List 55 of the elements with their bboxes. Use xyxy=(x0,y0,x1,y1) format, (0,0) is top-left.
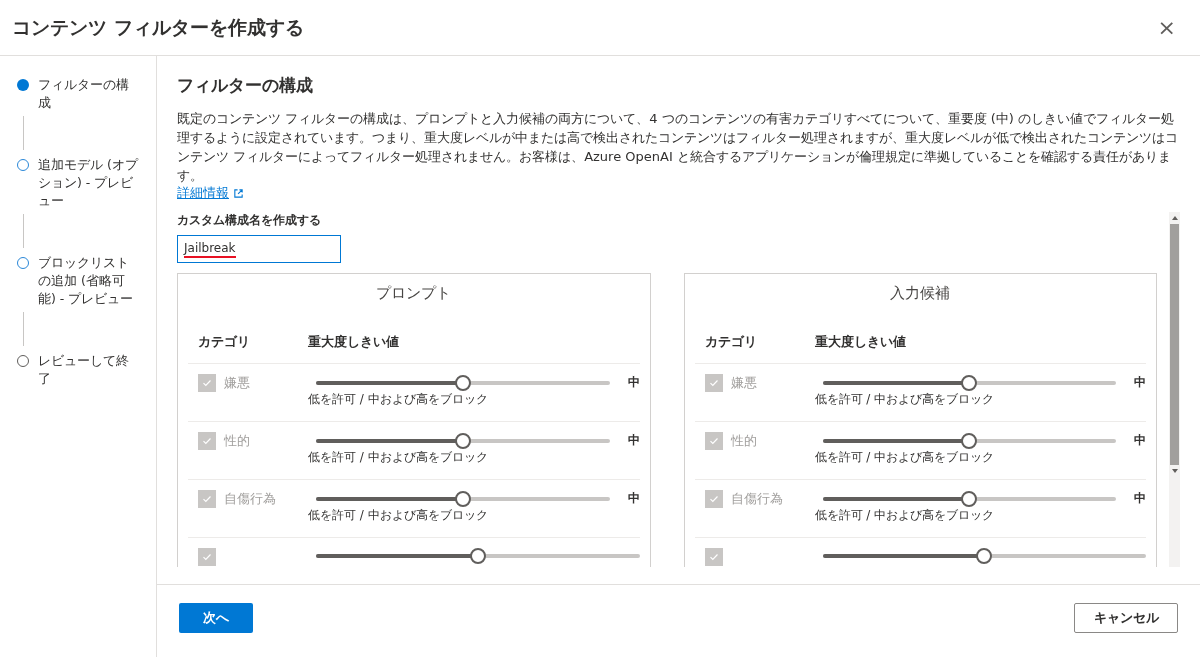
next-button[interactable]: 次へ xyxy=(179,603,253,633)
slider-hint: 低を許可 / 中および高をブロック xyxy=(814,391,996,408)
field-label: カスタム構成名を作成する xyxy=(177,212,322,229)
step-label[interactable]: フィルターの構成 xyxy=(38,76,138,112)
external-link-icon xyxy=(233,188,244,199)
category-label: 自傷行為 xyxy=(730,490,783,508)
severity-value: 中 xyxy=(1134,490,1146,507)
close-button[interactable]: × xyxy=(1153,15,1180,40)
severity-slider[interactable] xyxy=(316,490,610,507)
slider-hint: 低を許可 / 中および高をブロック xyxy=(308,391,489,408)
section-title: フィルターの構成 xyxy=(177,74,314,97)
severity-value: 中 xyxy=(627,432,640,449)
scrollbar[interactable] xyxy=(1169,212,1180,567)
name-input-field[interactable]: Jailbreak xyxy=(177,235,341,263)
column-header: 重大度しきい値 xyxy=(814,333,907,351)
checkmark-icon xyxy=(201,551,213,563)
severity-slider[interactable] xyxy=(822,490,1116,507)
learn-more-link[interactable]: 詳細情報 xyxy=(177,185,244,202)
description-text: 既定のコンテンツ フィルターの構成は、プロンプトと入力候補の両方について、4 つのコンテンツの有害カテゴリすべてについて、重要度 (中) のしきい値でフィルター処理するように設定されています。つまり、重大度レベルが中または高で検出されたコンテンツはフィルター処理されますが、重大度レベルが低で検出されたコンテンツはコンテンツ フィルターによってフィルター処理されません。お客様は、Azure OpenAI と統合するアプリケーションが倫理規定に準拠していることを確認する責任があります。 xyxy=(177,110,1179,185)
severity-value: 中 xyxy=(1134,432,1146,449)
dialog-title: コンテンツ フィルターを作成する xyxy=(12,14,304,40)
severity-value: 中 xyxy=(627,374,640,391)
severity-slider[interactable] xyxy=(822,432,1116,449)
panel-title: プロンプト xyxy=(375,283,453,304)
slider-hint: 低を許可 / 中および高をブロック xyxy=(308,507,489,524)
column-header: カテゴリ xyxy=(198,333,251,351)
slider-hint: 低を許可 / 中および高をブロック xyxy=(308,449,489,466)
checkmark-icon xyxy=(707,435,720,447)
cancel-button[interactable]: キャンセル xyxy=(1074,603,1178,633)
checkmark-icon xyxy=(707,493,720,505)
severity-value: 中 xyxy=(627,490,640,507)
category-label: 嫌悪 xyxy=(224,374,250,392)
checkmark-icon xyxy=(201,435,213,447)
column-header: 重大度しきい値 xyxy=(308,333,400,351)
severity-slider[interactable] xyxy=(822,548,1146,564)
severity-slider[interactable] xyxy=(822,374,1116,391)
slider-hint: 低を許可 / 中および高をブロック xyxy=(814,507,996,524)
step-label[interactable]: 追加モデル (オプション) - プレビュー xyxy=(38,156,138,210)
checkmark-icon xyxy=(707,551,720,563)
category-label: 嫌悪 xyxy=(730,374,757,392)
category-label: 自傷行為 xyxy=(224,490,276,508)
checkmark-icon xyxy=(201,377,213,389)
step-label[interactable]: ブロックリストの追加 (省略可能) - プレビュー xyxy=(38,254,138,308)
severity-slider[interactable] xyxy=(316,374,610,391)
severity-value: 中 xyxy=(1134,374,1146,391)
severity-slider[interactable] xyxy=(316,548,640,564)
category-label: 性的 xyxy=(224,432,250,450)
slider-hint: 低を許可 / 中および高をブロック xyxy=(814,449,996,466)
severity-slider[interactable] xyxy=(316,432,610,449)
checkmark-icon xyxy=(201,493,213,505)
category-label: 性的 xyxy=(730,432,757,450)
panel-title: 入力候補 xyxy=(889,283,952,304)
scroll-up-icon[interactable] xyxy=(1170,214,1179,222)
checkmark-icon xyxy=(707,377,720,389)
column-header: カテゴリ xyxy=(704,333,758,351)
